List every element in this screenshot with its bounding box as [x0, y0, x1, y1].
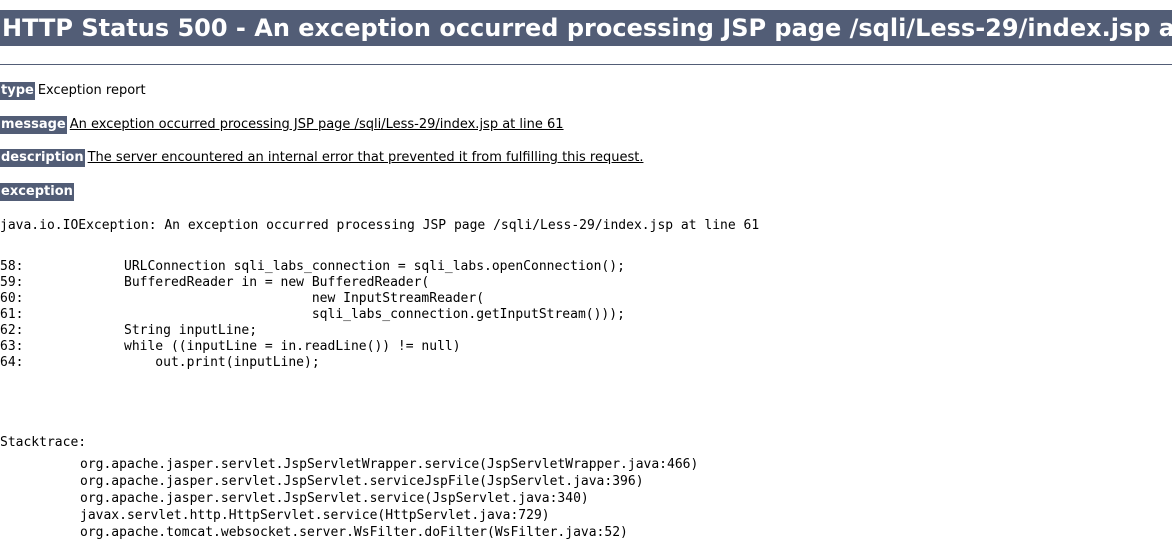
line-number: 64:	[0, 355, 24, 370]
stacktrace-line: javax.servlet.http.HttpServlet.service(H…	[80, 508, 550, 523]
type-value: Exception report	[37, 83, 146, 98]
stacktrace-line: org.apache.jasper.servlet.JspServlet.ser…	[80, 491, 589, 506]
message-value: An exception occurred processing JSP pag…	[69, 117, 564, 132]
code-text: String inputLine;	[124, 323, 258, 338]
stacktrace-list: org.apache.jasper.servlet.JspServletWrap…	[80, 456, 698, 541]
line-number: 60:	[0, 291, 24, 306]
stacktrace-line: org.apache.tomcat.websocket.server.WsFil…	[80, 525, 628, 540]
code-excerpt: 58: URLConnection sqli_labs_connection =…	[0, 259, 1172, 371]
line-number: 63:	[0, 339, 24, 354]
code-line: 59: BufferedReader in = new BufferedRead…	[0, 275, 1172, 291]
description-label: description	[0, 149, 85, 167]
stacktrace-title: Stacktrace:	[0, 435, 87, 450]
code-text: sqli_labs_connection.getInputStream()));	[124, 307, 625, 322]
code-text: while ((inputLine = in.readLine()) != nu…	[124, 339, 461, 354]
description-value: The server encountered an internal error…	[87, 150, 644, 165]
page-title-text: HTTP Status 500 - An exception occurred …	[2, 14, 1172, 42]
line-number: 59:	[0, 275, 24, 290]
line-number: 58:	[0, 259, 24, 274]
code-text: BufferedReader in = new BufferedReader(	[124, 275, 430, 290]
exception-text: java.io.IOException: An exception occurr…	[0, 218, 760, 233]
message-row: message An exception occurred processing …	[0, 116, 564, 134]
code-text: new InputStreamReader(	[124, 291, 485, 306]
line-number: 61:	[0, 307, 24, 322]
code-line: 58: URLConnection sqli_labs_connection =…	[0, 259, 1172, 275]
code-line: 61: sqli_labs_connection.getInputStream(…	[0, 307, 1172, 323]
code-line: 60: new InputStreamReader(	[0, 291, 1172, 307]
code-text: URLConnection sqli_labs_connection = sql…	[124, 259, 625, 274]
code-line: 63: while ((inputLine = in.readLine()) !…	[0, 339, 1172, 355]
exception-label: exception	[0, 183, 74, 201]
line-number: 62:	[0, 323, 24, 338]
exception-row: exception	[0, 183, 74, 201]
divider	[0, 64, 1172, 65]
stacktrace-line: org.apache.jasper.servlet.JspServlet.ser…	[80, 474, 644, 489]
type-label: type	[0, 82, 35, 100]
type-row: type Exception report	[0, 82, 146, 100]
code-line: 64: out.print(inputLine);	[0, 355, 1172, 371]
page-title: HTTP Status 500 - An exception occurred …	[0, 10, 1172, 46]
stacktrace-line: org.apache.jasper.servlet.JspServletWrap…	[80, 457, 699, 472]
description-row: description The server encountered an int…	[0, 149, 643, 167]
error-page: HTTP Status 500 - An exception occurred …	[0, 0, 1172, 552]
code-text: out.print(inputLine);	[124, 355, 320, 370]
code-line: 62: String inputLine;	[0, 323, 1172, 339]
message-label: message	[0, 116, 67, 134]
